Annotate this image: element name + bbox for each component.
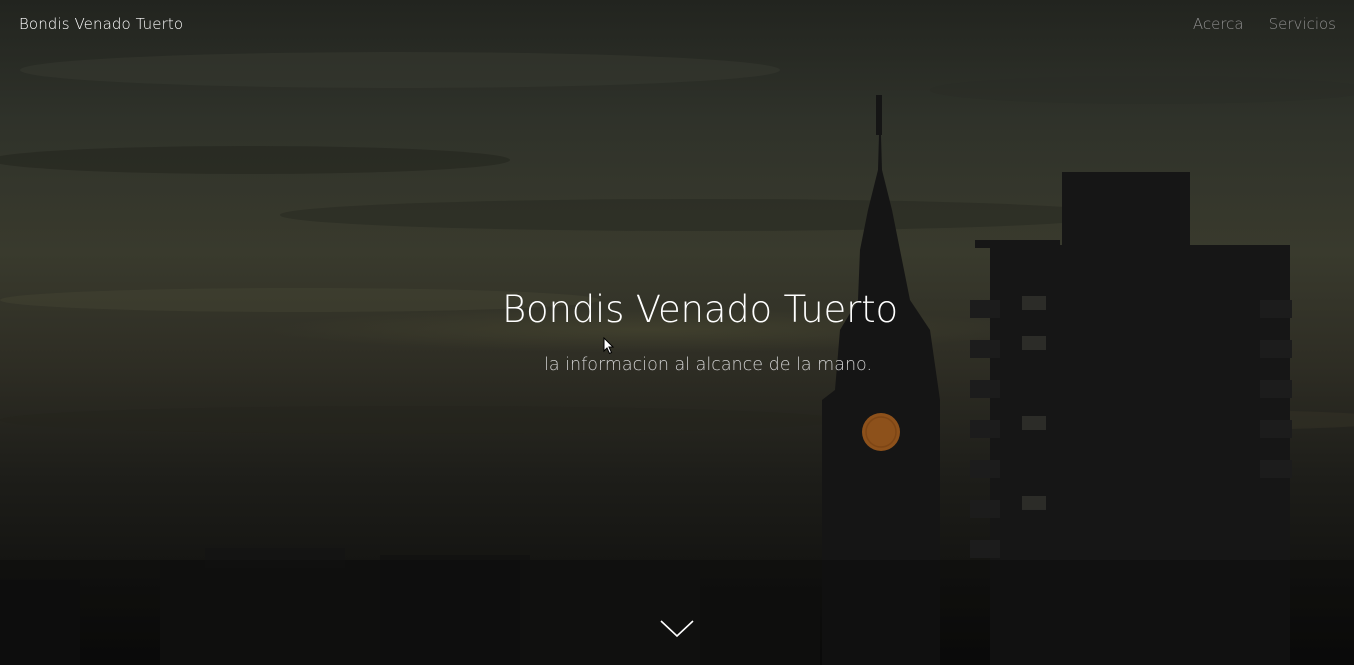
hero-section: Bondis Venado Tuerto Acerca Servicios Bo…: [0, 0, 1354, 665]
top-navbar: Bondis Venado Tuerto Acerca Servicios: [0, 0, 1354, 50]
mouse-cursor-icon: [603, 337, 615, 355]
brand-link[interactable]: Bondis Venado Tuerto: [19, 15, 183, 33]
clock-face-icon: [862, 413, 900, 451]
nav-links: Acerca Servicios: [1193, 15, 1336, 33]
chevron-down-icon[interactable]: [659, 618, 695, 640]
nav-link-servicios[interactable]: Servicios: [1269, 15, 1336, 33]
nav-link-acerca[interactable]: Acerca: [1193, 15, 1244, 33]
hero-title: Bondis Venado Tuerto: [502, 288, 898, 331]
hero-subtitle: la informacion al alcance de la mano.: [544, 355, 873, 375]
city-skyline-background: [0, 0, 1354, 665]
